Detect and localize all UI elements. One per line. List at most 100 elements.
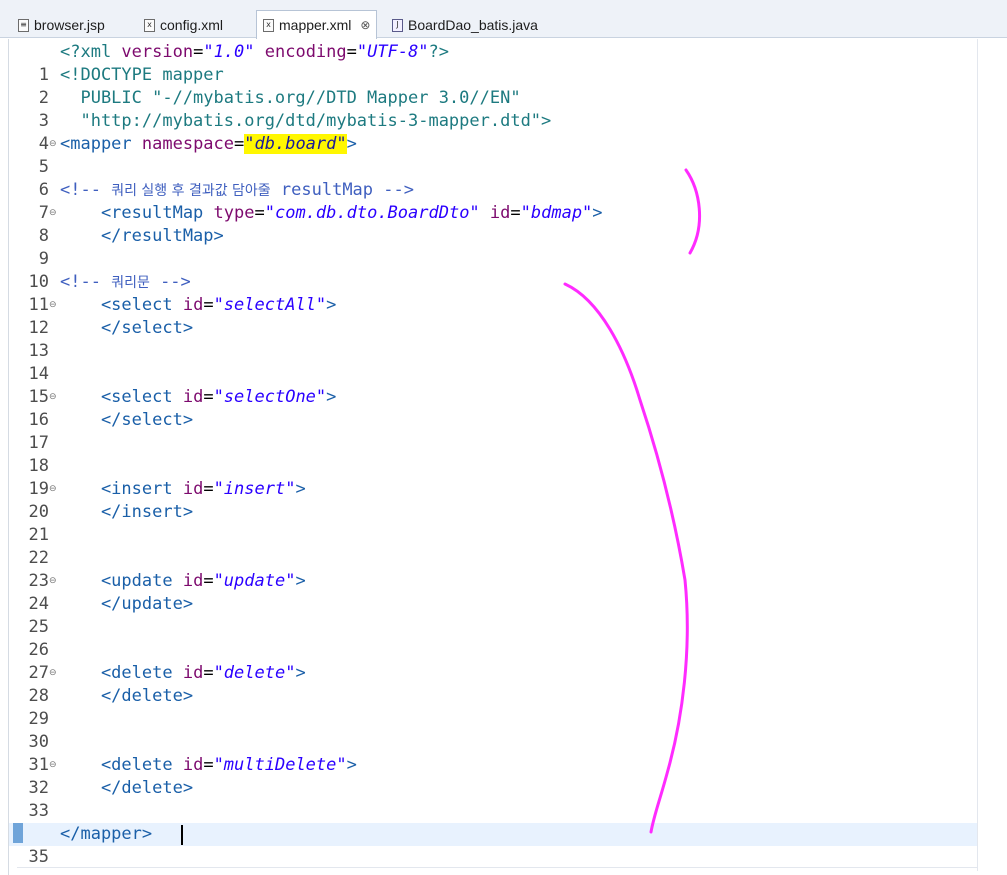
tag-close: > — [326, 387, 337, 407]
line-number: 35 — [28, 847, 49, 867]
doctype-system-id: "http://mybatis.org/dtd/mybatis-3-mapper… — [60, 111, 552, 131]
code-line[interactable]: 28 ⊖ <delete id="delete"> — [9, 662, 977, 706]
xml-file-icon: x — [144, 18, 155, 32]
xml-declaration-end: ?> — [428, 42, 450, 62]
fold-toggle-icon[interactable]: ⊖ — [49, 662, 57, 685]
attr-value: "delete" — [213, 663, 296, 683]
code-line[interactable]: 3 PUBLIC "-//mybatis.org//DTD Mapper 3.0… — [9, 87, 977, 131]
tag-open: <resultMap — [60, 203, 214, 223]
fold-toggle-icon[interactable]: ⊖ — [49, 754, 57, 777]
code-line[interactable]: 32 ⊖ <delete id="multiDelete"> — [9, 754, 977, 798]
tag-end: </insert> — [60, 502, 194, 522]
tab-boarddao-batis-java[interactable]: J BoardDao_batis.java — [386, 12, 544, 38]
tag-end: </mapper> — [60, 824, 153, 844]
tag-open: <select — [60, 387, 183, 407]
code-line[interactable]: 10 — [9, 248, 977, 292]
code-line[interactable]: 33 </delete> — [9, 777, 977, 821]
code-line[interactable]: 4 "http://mybatis.org/dtd/mybatis-3-mapp… — [9, 110, 977, 154]
attr-name: encoding — [254, 42, 347, 62]
tag-end: </resultMap> — [60, 226, 224, 246]
attr-name: id — [182, 387, 204, 407]
attr-value: "com.db.dto.BoardDto" — [264, 203, 480, 223]
code-line[interactable]: 16 ⊖ <select id="selectOne"> — [9, 386, 977, 430]
doctype: <!DOCTYPE mapper — [60, 65, 224, 85]
code-line[interactable]: 13 </select> — [9, 317, 977, 361]
equals: = — [254, 203, 265, 223]
attr-name: id — [182, 479, 204, 499]
attr-value: "insert" — [213, 479, 296, 499]
code-line[interactable]: 14 — [9, 340, 977, 384]
fold-toggle-icon[interactable]: ⊖ — [49, 570, 57, 593]
tag-close: > — [295, 663, 306, 683]
tag-close: > — [326, 295, 337, 315]
code-line[interactable]: 20 ⊖ <insert id="insert"> — [9, 478, 977, 522]
attr-value: "1.0" — [203, 42, 255, 62]
code-line[interactable]: 31 — [9, 731, 977, 775]
code-line[interactable]: 25 </update> — [9, 593, 977, 637]
fold-toggle-icon[interactable]: ⊖ — [49, 133, 57, 156]
code-line[interactable]: 21 </insert> — [9, 501, 977, 545]
tag-end: </delete> — [60, 686, 194, 706]
code-line[interactable]: 18 — [9, 432, 977, 476]
code-line[interactable]: 29 </delete> — [9, 685, 977, 729]
code-line[interactable]: 22 — [9, 524, 977, 568]
equals: = — [203, 755, 214, 775]
tab-mapper-xml[interactable]: x mapper.xml ⊗ — [256, 10, 378, 39]
code-line[interactable]: 5 ⊖ <mapper namespace="db.board"> — [9, 133, 977, 177]
tab-config-xml[interactable]: x config.xml — [138, 12, 229, 38]
code-line[interactable]: 8 ⊖ <resultMap type="com.db.dto.BoardDto… — [9, 202, 977, 246]
fold-toggle-icon[interactable]: ⊖ — [49, 294, 57, 317]
tag-end: </select> — [60, 318, 194, 338]
tab-label: mapper.xml — [279, 17, 352, 33]
code-line[interactable]: 15 — [9, 363, 977, 407]
equals: = — [346, 42, 357, 62]
equals: = — [203, 663, 214, 683]
tag-close: > — [592, 203, 603, 223]
xml-file-icon: x — [263, 18, 274, 32]
code-line[interactable]: 26 — [9, 616, 977, 660]
tab-label: BoardDao_batis.java — [408, 17, 538, 33]
editor-tab-bar: ≡ browser.jsp x config.xml x mapper.xml … — [0, 0, 1007, 39]
code-line[interactable]: 30 — [9, 708, 977, 752]
code-line[interactable]: 19 — [9, 455, 977, 499]
code-line[interactable]: 12 ⊖ <select id="selectAll"> — [9, 294, 977, 338]
tag-end: </delete> — [60, 778, 194, 798]
fold-toggle-icon[interactable]: ⊖ — [49, 386, 57, 409]
tag-end: </select> — [60, 410, 194, 430]
code-line[interactable]: 34 — [9, 800, 977, 844]
attr-name: id — [182, 295, 204, 315]
code-line[interactable]: 23 — [9, 547, 977, 591]
horizontal-scrollbar[interactable] — [17, 867, 977, 875]
attr-value: "UTF-8" — [356, 42, 429, 62]
overview-ruler — [977, 39, 1007, 871]
code-line[interactable]: 24 ⊖ <update id="update"> — [9, 570, 977, 614]
current-line-gutter-marker — [13, 823, 23, 843]
comment-start: <!-- — [60, 180, 112, 200]
attr-name: id — [182, 755, 204, 775]
comment-end: --> — [149, 272, 191, 292]
code-line[interactable]: 1 <?xml version="1.0" encoding="UTF-8"?> — [9, 41, 977, 85]
tag-open: <insert — [60, 479, 183, 499]
comment-end: resultMap --> — [270, 180, 414, 200]
current-code-line[interactable]: 35 </mapper> — [9, 823, 977, 867]
tag-close: > — [295, 479, 306, 499]
jsp-file-icon: ≡ — [18, 18, 29, 32]
code-line[interactable]: 6 — [9, 156, 977, 200]
code-line[interactable]: 7 <!-- 쿼리 실행 후 결과값 담아줄 resultMap --> — [9, 179, 977, 223]
tag-end: </update> — [60, 594, 194, 614]
tab-browser-jsp[interactable]: ≡ browser.jsp — [12, 12, 111, 38]
code-line[interactable]: 27 — [9, 639, 977, 683]
equals: = — [193, 42, 204, 62]
tag-open: <mapper — [60, 134, 142, 154]
fold-toggle-icon[interactable]: ⊖ — [49, 202, 57, 225]
fold-toggle-icon[interactable]: ⊖ — [49, 478, 57, 501]
code-line[interactable]: 17 </select> — [9, 409, 977, 453]
comment-text: 쿼리 실행 후 결과값 담아줄 — [111, 183, 271, 199]
code-line[interactable]: 2 <!DOCTYPE mapper — [9, 64, 977, 108]
xml-code-editor[interactable]: 1 <?xml version="1.0" encoding="UTF-8"?>… — [8, 39, 1007, 875]
code-line[interactable]: 9 </resultMap> — [9, 225, 977, 269]
attr-value: "bdmap" — [520, 203, 593, 223]
close-tab-icon[interactable]: ⊗ — [360, 18, 370, 32]
attr-name: namespace — [141, 134, 235, 154]
code-line[interactable]: 11 <!-- 쿼리문 --> — [9, 271, 977, 315]
